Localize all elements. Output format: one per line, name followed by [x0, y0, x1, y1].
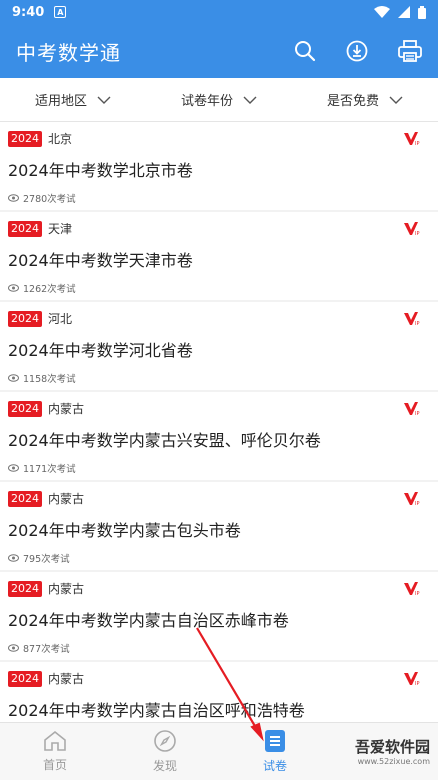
eye-icon [8, 554, 19, 562]
list-item[interactable]: 2024 河北 IP 2024年中考数学河北省卷 1158次考试 [0, 302, 438, 390]
vip-icon: IP [404, 492, 420, 506]
view-count: 2780次考试 [23, 194, 76, 205]
list-item[interactable]: 2024 内蒙古 IP 2024年中考数学内蒙古包头市卷 795次考试 [0, 482, 438, 570]
region-label: 内蒙古 [48, 582, 85, 596]
wifi-icon [374, 6, 390, 18]
watermark-text: 吾爱软件园 [354, 738, 430, 756]
filter-year[interactable]: 试卷年份 [146, 78, 292, 121]
region-label: 北京 [48, 132, 73, 146]
view-count: 877次考试 [23, 644, 70, 655]
region-label: 天津 [48, 222, 73, 236]
watermark: 吾爱软件园 www.52zixue.com [300, 722, 438, 780]
vip-icon: IP [404, 402, 420, 416]
app-bar: 中考数学通 [0, 24, 438, 78]
exam-title: 2024年中考数学内蒙古自治区赤峰市卷 [8, 611, 289, 630]
exam-title: 2024年中考数学天津市卷 [8, 251, 193, 270]
svg-text:IP: IP [415, 321, 420, 326]
region-label: 河北 [48, 312, 73, 326]
exam-title: 2024年中考数学内蒙古自治区呼和浩特卷 [8, 701, 305, 720]
view-count: 1262次考试 [23, 284, 76, 295]
nav-label: 发现 [152, 759, 177, 773]
chevron-down-icon [97, 96, 111, 104]
eye-icon [8, 644, 19, 652]
list-item[interactable]: 2024 内蒙古 IP 2024年中考数学内蒙古自治区呼和浩特卷 [0, 662, 438, 722]
year-badge: 2024 [8, 130, 42, 147]
exam-title: 2024年中考数学北京市卷 [8, 161, 193, 180]
download-icon [346, 40, 368, 62]
status-icons [374, 5, 426, 19]
nav-discover[interactable]: 发现 [110, 723, 220, 780]
chevron-down-icon [243, 96, 257, 104]
nav-home[interactable]: 首页 [0, 723, 110, 780]
eye-icon [8, 284, 19, 292]
list-item[interactable]: 2024 内蒙古 IP 2024年中考数学内蒙古自治区赤峰市卷 877次考试 [0, 572, 438, 660]
region-label: 内蒙古 [48, 672, 85, 686]
list-item[interactable]: 2024 内蒙古 IP 2024年中考数学内蒙古兴安盟、呼伦贝尔卷 1171次考试 [0, 392, 438, 480]
search-icon [295, 41, 316, 62]
year-badge: 2024 [8, 490, 42, 507]
nav-label: 试卷 [262, 759, 287, 773]
vip-icon: IP [404, 312, 420, 326]
vip-icon: IP [404, 672, 420, 686]
region-label: 内蒙古 [48, 402, 85, 416]
year-badge: 2024 [8, 220, 42, 237]
year-badge: 2024 [8, 580, 42, 597]
battery-icon [418, 5, 426, 19]
eye-icon [8, 464, 19, 472]
eye-icon [8, 194, 19, 202]
notification-a-icon: A [54, 6, 67, 18]
filter-free[interactable]: 是否免费 [292, 78, 438, 121]
filter-region[interactable]: 适用地区 [0, 78, 146, 121]
exam-title: 2024年中考数学河北省卷 [8, 341, 193, 360]
filter-bar: 适用地区 试卷年份 是否免费 [0, 78, 438, 122]
status-time: 9:40 [12, 4, 45, 20]
vip-icon: IP [404, 582, 420, 596]
exam-title: 2024年中考数学内蒙古包头市卷 [8, 521, 241, 540]
watermark-url: www.52zixue.com [357, 757, 430, 766]
status-bar: 9:40 A [0, 0, 438, 24]
svg-text:IP: IP [415, 501, 420, 506]
view-count: 1158次考试 [23, 374, 76, 385]
paper-icon [265, 730, 285, 752]
year-badge: 2024 [8, 310, 42, 327]
svg-text:IP: IP [415, 231, 420, 236]
exam-list: 2024 北京 IP 2024年中考数学北京市卷 2780次考试 2024 天津 I… [0, 122, 438, 722]
filter-label: 适用地区 [34, 94, 87, 109]
vip-icon: IP [404, 132, 420, 146]
region-label: 内蒙古 [48, 492, 85, 506]
year-badge: 2024 [8, 670, 42, 687]
year-badge: 2024 [8, 400, 42, 417]
compass-icon [154, 730, 176, 752]
view-count: 1171次考试 [23, 464, 76, 475]
signal-icon [398, 6, 410, 18]
svg-text:IP: IP [415, 681, 420, 686]
nav-label: 首页 [42, 758, 67, 772]
app-actions [294, 40, 422, 62]
chevron-down-icon [389, 96, 403, 104]
filter-label: 是否免费 [326, 94, 379, 109]
list-item[interactable]: 2024 天津 IP 2024年中考数学天津市卷 1262次考试 [0, 212, 438, 300]
search-button[interactable] [294, 40, 316, 62]
download-button[interactable] [346, 40, 368, 62]
svg-text:IP: IP [415, 141, 420, 146]
printer-icon [398, 40, 422, 62]
list-item[interactable]: 2024 北京 IP 2024年中考数学北京市卷 2780次考试 [0, 122, 438, 210]
view-count: 795次考试 [23, 554, 70, 565]
filter-label: 试卷年份 [180, 94, 233, 109]
print-button[interactable] [398, 40, 422, 62]
home-icon [44, 730, 66, 751]
vip-icon: IP [404, 222, 420, 236]
app-title: 中考数学通 [16, 40, 121, 65]
svg-text:IP: IP [415, 591, 420, 596]
svg-text:IP: IP [415, 411, 420, 416]
exam-title: 2024年中考数学内蒙古兴安盟、呼伦贝尔卷 [8, 431, 321, 450]
eye-icon [8, 374, 19, 382]
